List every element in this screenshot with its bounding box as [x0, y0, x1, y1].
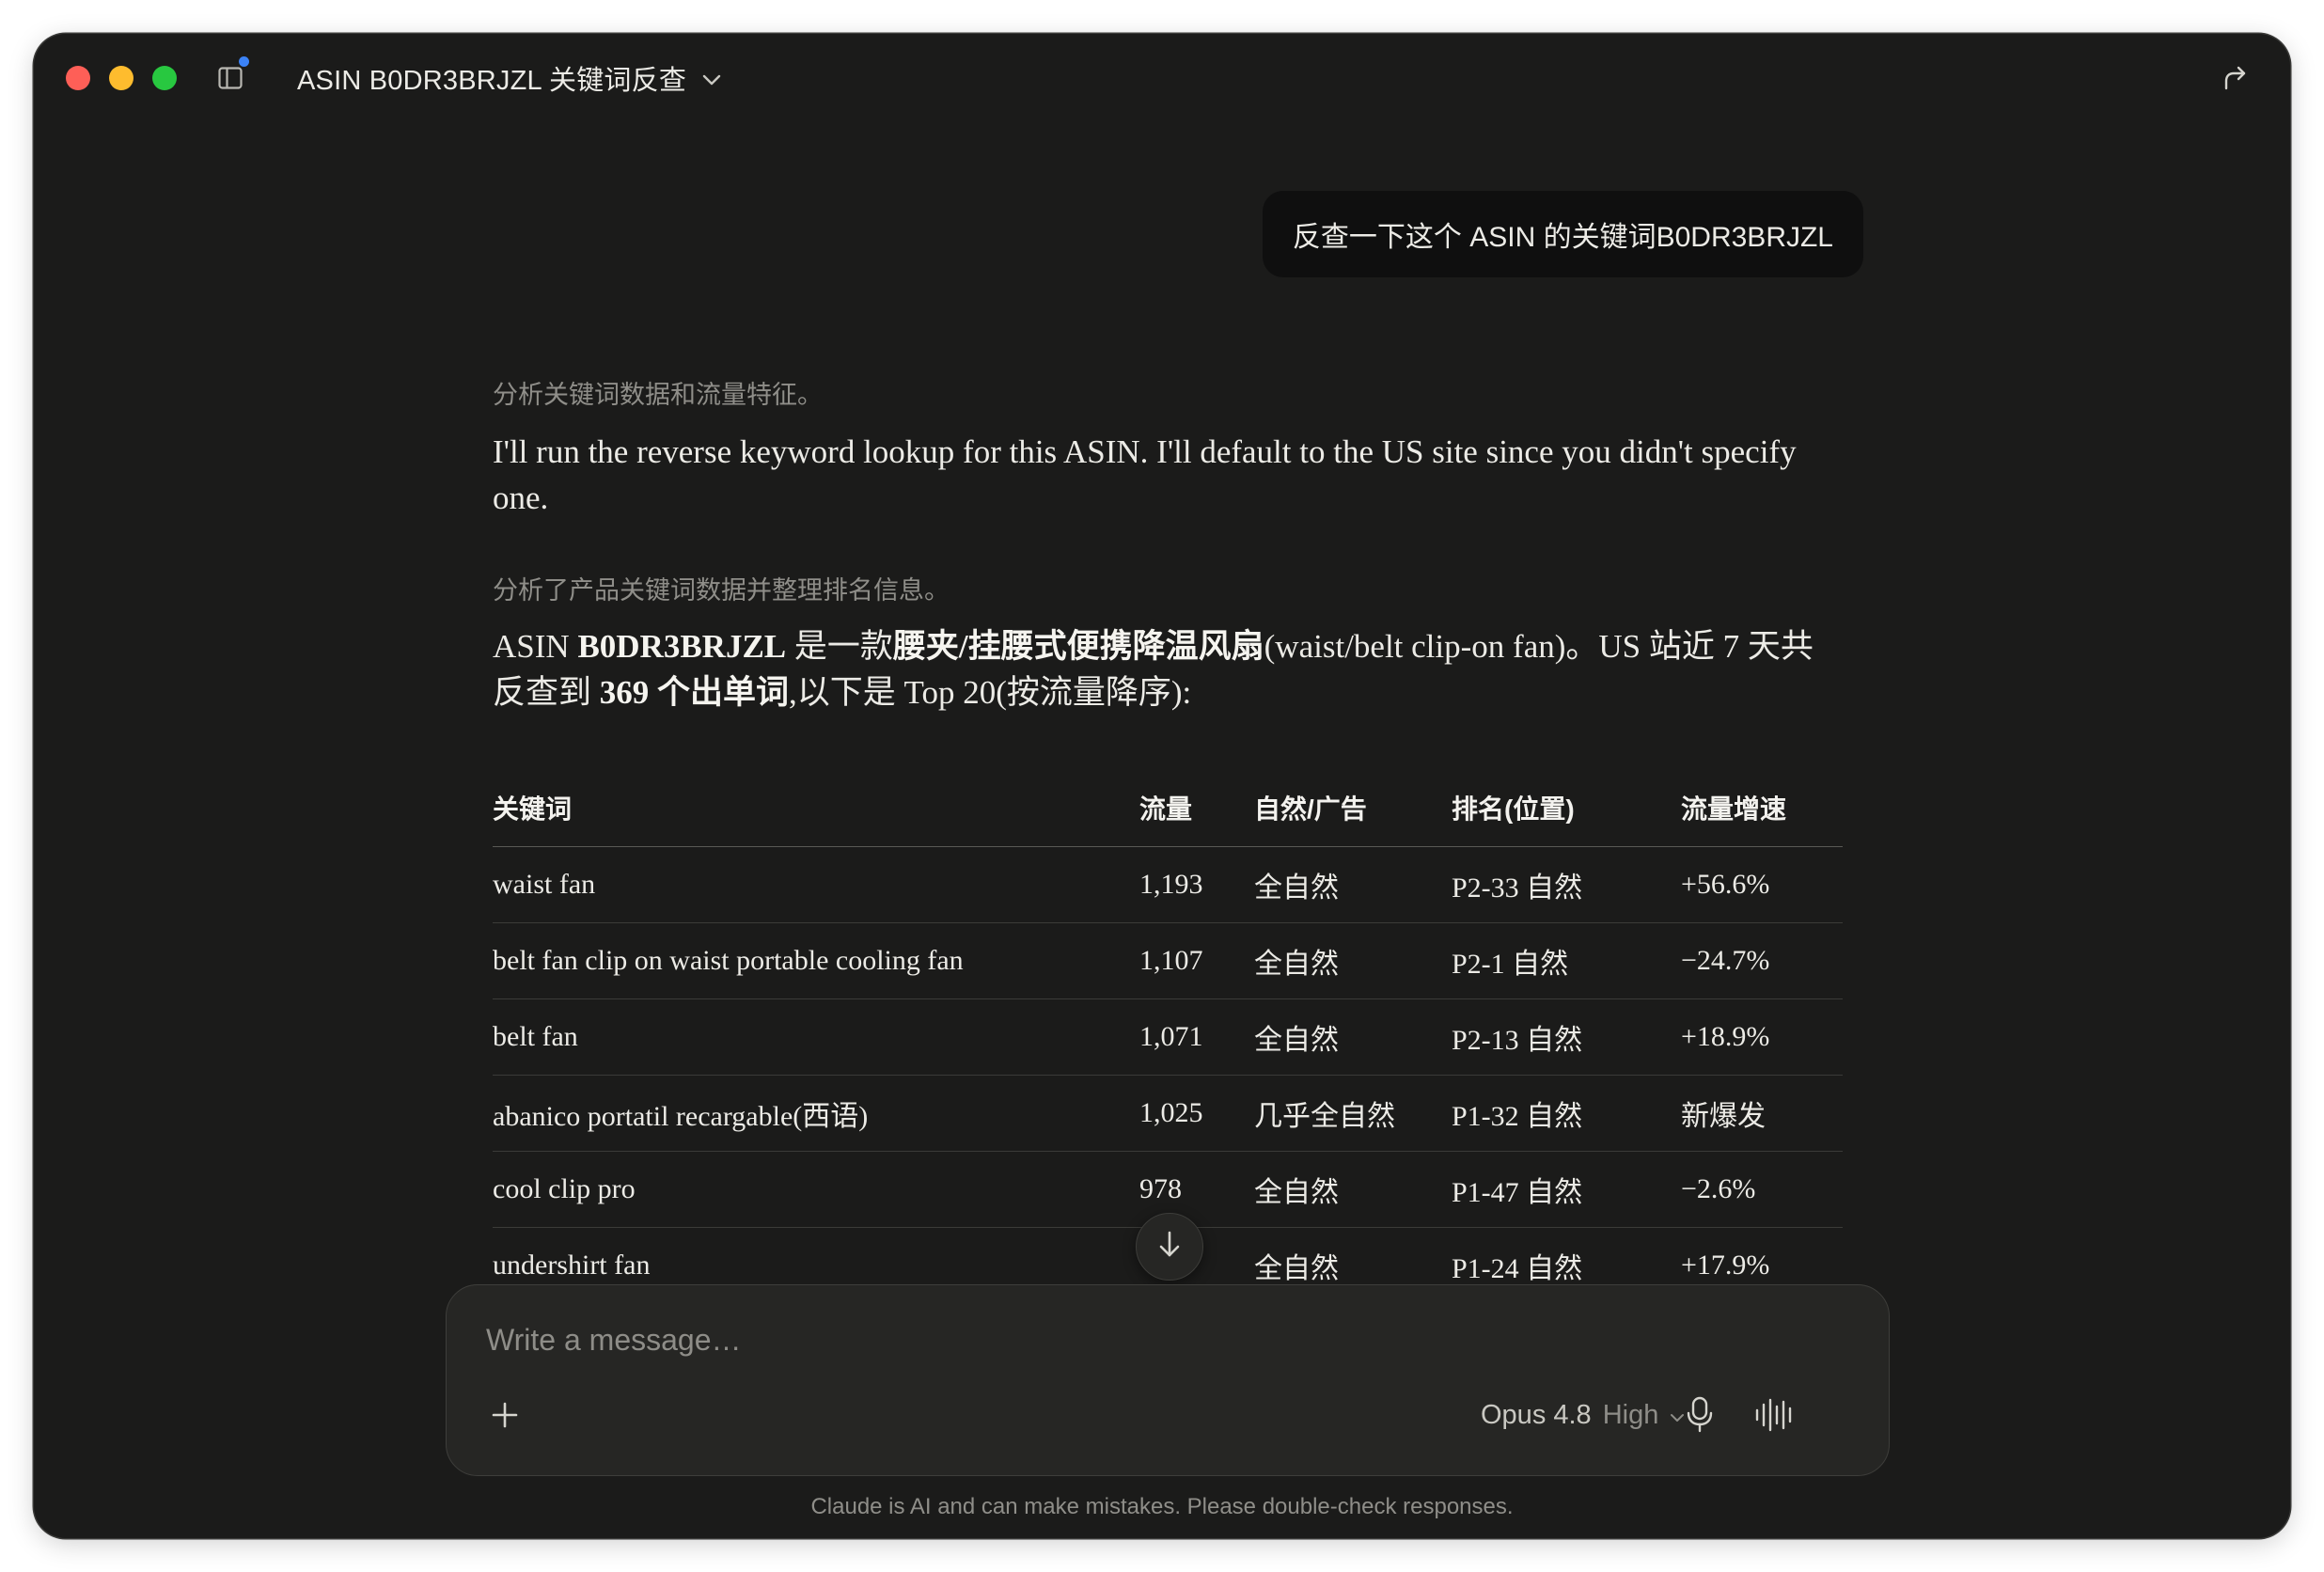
chevron-down-icon — [701, 63, 722, 94]
cell-growth: 新爆发 — [1681, 1101, 1766, 1132]
header-keyword: 关键词 — [493, 794, 573, 824]
cell-organic-ad: 全自然 — [1254, 1025, 1339, 1056]
close-window-button[interactable] — [66, 66, 90, 90]
arrow-down-icon — [1155, 1229, 1184, 1265]
cell-rank: P2-1 自然 — [1452, 949, 1569, 980]
cell-traffic: 1,193 — [1139, 869, 1203, 900]
table-row: belt fan 1,071 全自然 P2-13 自然 +18.9% — [493, 999, 1843, 1076]
cell-organic-ad: 全自然 — [1254, 949, 1339, 980]
microphone-icon[interactable] — [1681, 1394, 1719, 1434]
table-row: abanico portatil recargable(西语) 1,025 几乎… — [493, 1076, 1843, 1152]
table-row: belt fan clip on waist portable cooling … — [493, 923, 1843, 999]
header-rank: 排名(位置) — [1452, 794, 1575, 824]
summary-asin: B0DR3BRJZL — [577, 628, 787, 665]
header-growth: 流量增速 — [1681, 794, 1787, 824]
cell-keyword: waist fan — [493, 869, 596, 900]
thinking-summary-2[interactable]: 分析了产品关键词数据并整理排名信息。 — [493, 570, 950, 606]
cell-organic-ad: 全自然 — [1254, 1177, 1339, 1208]
header-traffic: 流量 — [1139, 794, 1193, 824]
summary-part-4: ,以下是 Top 20(按流量降序): — [789, 674, 1192, 711]
message-input[interactable]: Write a message… — [486, 1323, 742, 1358]
assistant-summary-text: ASIN B0DR3BRJZL 是一款腰夹/挂腰式便携降温风扇(waist/be… — [493, 623, 1828, 715]
cell-traffic: 1,025 — [1139, 1097, 1203, 1128]
plus-icon[interactable] — [488, 1398, 522, 1432]
summary-count: 369 个出单词 — [599, 674, 790, 711]
user-message-text: 反查一下这个 ASIN 的关键词B0DR3BRJZL — [1292, 222, 1833, 253]
model-selector[interactable]: Opus 4.8 High — [1481, 1392, 1685, 1438]
cell-keyword: cool clip pro — [493, 1173, 636, 1204]
cell-rank: P2-33 自然 — [1452, 872, 1583, 904]
thinking-summary-1[interactable]: 分析关键词数据和流量特征。 — [493, 374, 823, 411]
cell-keyword: belt fan clip on waist portable cooling … — [493, 945, 964, 976]
user-message-bubble: 反查一下这个 ASIN 的关键词B0DR3BRJZL — [1262, 191, 1863, 277]
cell-traffic: 1,107 — [1139, 945, 1203, 976]
model-name: Opus 4.8 — [1481, 1399, 1592, 1430]
message-composer: Write a message… Opus 4.8 High — [446, 1284, 1890, 1476]
disclaimer-text: Claude is AI and can make mistakes. Plea… — [810, 1494, 1514, 1519]
cell-keyword: belt fan — [493, 1021, 578, 1052]
cell-keyword: abanico portatil recargable(西语) — [493, 1101, 869, 1132]
cell-rank: P2-13 自然 — [1452, 1025, 1583, 1056]
cell-rank: P1-32 自然 — [1452, 1101, 1583, 1132]
cell-organic-ad: 几乎全自然 — [1254, 1101, 1395, 1132]
cell-growth: −24.7% — [1681, 945, 1770, 976]
summary-product: 腰夹/挂腰式便携降温风扇 — [892, 628, 1264, 665]
title-bar: ASIN B0DR3BRJZL 关键词反查 — [34, 34, 2290, 124]
conversation-title: ASIN B0DR3BRJZL 关键词反查 — [297, 66, 687, 96]
cell-organic-ad: 全自然 — [1254, 872, 1339, 904]
assistant-reply-text: I'll run the reverse keyword lookup for … — [493, 433, 1797, 516]
summary-part-2: 是一款 — [786, 628, 893, 665]
cell-growth: +18.9% — [1681, 1021, 1770, 1052]
notification-dot — [239, 56, 249, 67]
share-icon[interactable] — [2219, 62, 2251, 94]
minimize-window-button[interactable] — [109, 66, 133, 90]
cell-growth: +56.6% — [1681, 869, 1770, 900]
voice-waveform-icon[interactable] — [1753, 1396, 1797, 1434]
effort-level: High — [1602, 1399, 1659, 1430]
cell-traffic: 1,071 — [1139, 1021, 1203, 1052]
table-header-row: 关键词 流量 自然/广告 排名(位置) 流量增速 — [493, 769, 1843, 847]
summary-part-1: ASIN — [493, 628, 578, 665]
app-window: ASIN B0DR3BRJZL 关键词反查 反查一下这个 ASIN 的关键词B0… — [34, 34, 2290, 1538]
table-row: waist fan 1,193 全自然 P2-33 自然 +56.6% — [493, 847, 1843, 923]
header-organic-ad: 自然/广告 — [1254, 794, 1367, 824]
zoom-window-button[interactable] — [152, 66, 177, 90]
cell-growth: −2.6% — [1681, 1173, 1756, 1204]
scroll-to-bottom-button[interactable] — [1136, 1213, 1203, 1281]
conversation-title-menu[interactable]: ASIN B0DR3BRJZL 关键词反查 — [297, 56, 722, 100]
sidebar-toggle-icon[interactable] — [217, 65, 243, 91]
cell-rank: P1-47 自然 — [1452, 1177, 1583, 1208]
